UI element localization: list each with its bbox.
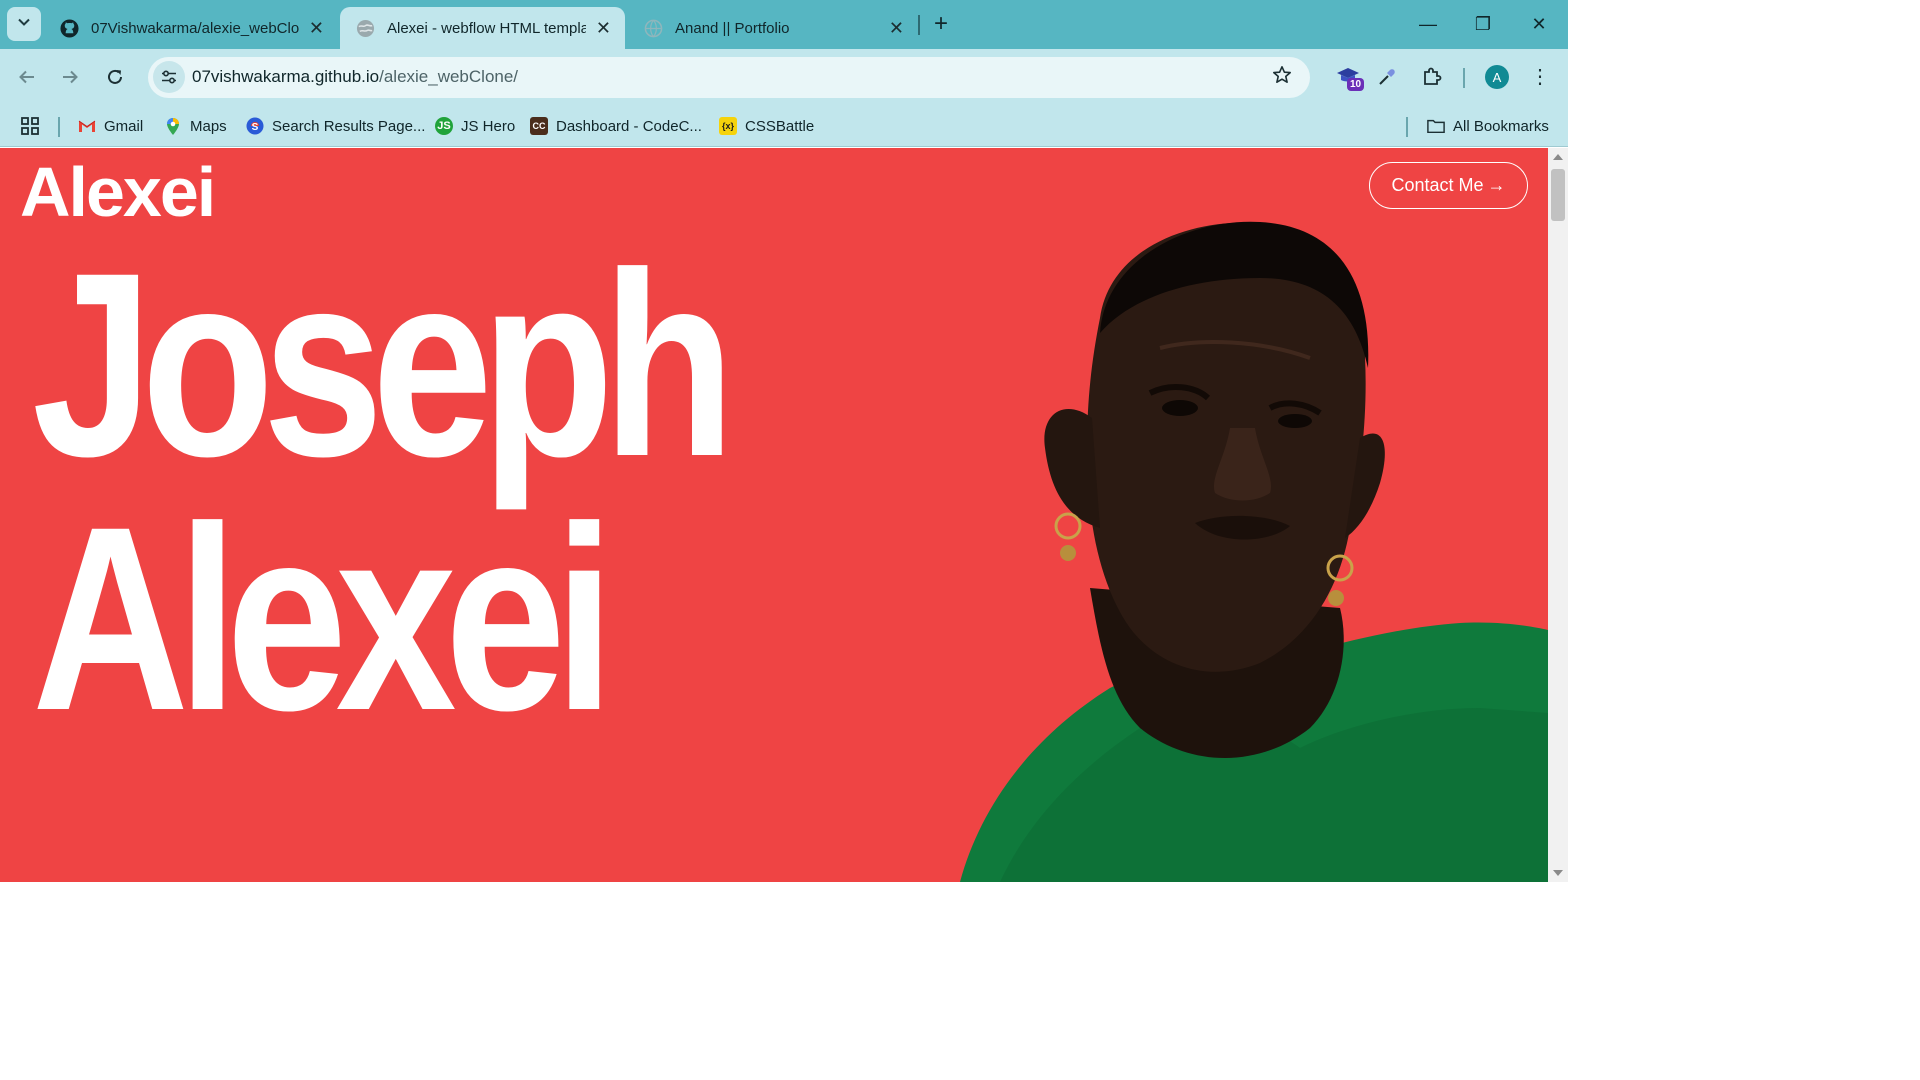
color-picker-extension[interactable] — [1371, 61, 1403, 93]
bookmark-gmail[interactable]: Gmail — [78, 114, 143, 138]
tab-alexei[interactable]: Alexei - webflow HTML template ✕ — [340, 7, 625, 49]
tab-portfolio[interactable]: Anand || Portfolio ✕ — [628, 7, 918, 49]
arrow-right-icon: → — [1487, 175, 1506, 195]
url-path: /alexie_webClone/ — [379, 67, 519, 86]
chevron-down-icon — [17, 15, 31, 33]
close-tab-icon[interactable]: ✕ — [596, 18, 611, 39]
hero-last-name: Alexei — [32, 472, 615, 765]
new-tab-button[interactable]: + — [928, 10, 954, 38]
bookmark-codechef[interactable]: CC Dashboard - CodeC... — [530, 114, 702, 138]
close-tab-icon[interactable]: ✕ — [309, 18, 324, 39]
toolbar-divider — [1463, 68, 1465, 88]
bookmark-label: Maps — [190, 117, 227, 135]
portrait-image — [960, 221, 1548, 882]
tab-github[interactable]: 07Vishwakarma/alexie_webClone ✕ — [44, 7, 338, 49]
profile-avatar[interactable]: A — [1485, 65, 1509, 89]
globe-icon — [356, 19, 375, 38]
arrow-right-icon — [63, 70, 78, 84]
bookmarks-divider — [1406, 117, 1408, 137]
reload-button[interactable] — [99, 61, 131, 93]
bookmark-label: JS Hero — [461, 117, 516, 135]
search-results-icon: S — [246, 117, 264, 135]
site-info-button[interactable] — [153, 61, 185, 93]
eyedropper-icon — [1379, 69, 1395, 85]
minimize-button[interactable]: — — [1405, 8, 1451, 40]
forward-button[interactable] — [54, 61, 86, 93]
bookmark-search-results[interactable]: S Search Results Page... — [246, 114, 425, 138]
url-host: 07vishwakarma.github.io — [192, 67, 380, 86]
bookmark-label: CSSBattle — [745, 117, 815, 135]
reload-icon — [108, 69, 122, 84]
address-bar[interactable]: 07vishwakarma.github.io/alexie_webClone/ — [148, 57, 1310, 98]
cssbattle-icon: {x} — [719, 117, 737, 135]
svg-text:S: S — [252, 122, 259, 133]
extension-badge: 10 — [1347, 78, 1365, 91]
contact-me-button[interactable]: Contact Me → — [1369, 162, 1528, 209]
bookmarks-divider — [58, 117, 60, 137]
hero-section: Alexei Contact Me → Joseph Alexei — [0, 148, 1548, 882]
globe-icon — [644, 19, 663, 38]
arrow-left-icon — [19, 70, 34, 84]
bookmark-maps[interactable]: Maps — [164, 114, 227, 138]
browser-toolbar: 07vishwakarma.github.io/alexie_webClone/… — [0, 49, 1568, 105]
apps-grid-icon — [21, 117, 39, 135]
tab-title: 07Vishwakarma/alexie_webClone — [91, 19, 299, 37]
tab-title: Anand || Portfolio — [675, 19, 790, 37]
url-text: 07vishwakarma.github.io/alexie_webClone/ — [192, 67, 518, 87]
scroll-up-arrow-icon[interactable] — [1553, 154, 1563, 160]
close-tab-icon[interactable]: ✕ — [889, 18, 904, 39]
maps-icon — [164, 117, 182, 135]
github-icon — [60, 18, 79, 38]
tab-divider — [918, 15, 920, 35]
more-menu-icon[interactable]: ⋮ — [1530, 63, 1550, 91]
js-hero-icon: JS — [435, 117, 453, 135]
restore-button[interactable]: ❐ — [1460, 8, 1506, 40]
tune-icon — [162, 70, 176, 84]
all-bookmarks-label: All Bookmarks — [1453, 117, 1549, 135]
extensions-button[interactable] — [1416, 61, 1448, 93]
tab-strip: 07Vishwakarma/alexie_webClone ✕ Alexei -… — [0, 0, 1568, 49]
bookmark-label: Dashboard - CodeC... — [556, 117, 702, 135]
back-button[interactable] — [11, 61, 43, 93]
scrollbar-thumb[interactable] — [1551, 169, 1565, 221]
bookmark-star-icon[interactable] — [1272, 65, 1292, 91]
extension-button[interactable]: 10 — [1332, 61, 1365, 93]
bookmark-label: Gmail — [104, 117, 144, 135]
page-scrollbar[interactable] — [1548, 148, 1568, 882]
bookmark-label: Search Results Page... — [272, 117, 426, 135]
apps-button[interactable] — [20, 114, 40, 138]
gmail-icon — [78, 117, 96, 135]
all-bookmarks-button[interactable]: All Bookmarks — [1427, 114, 1549, 138]
folder-icon — [1427, 117, 1445, 135]
bookmarks-bar: Gmail Maps S Search Results Page... JS J… — [0, 105, 1568, 147]
tab-search-button[interactable] — [7, 7, 41, 41]
bookmark-js-hero[interactable]: JS JS Hero — [435, 114, 515, 138]
contact-label: Contact Me — [1391, 175, 1484, 195]
codechef-icon: CC — [530, 117, 548, 135]
tab-title: Alexei - webflow HTML template — [387, 19, 586, 37]
scroll-down-arrow-icon[interactable] — [1553, 870, 1563, 876]
bookmark-cssbattle[interactable]: {x} CSSBattle — [719, 114, 814, 138]
hero-first-name: Joseph — [32, 218, 735, 511]
close-window-button[interactable]: ✕ — [1516, 8, 1562, 40]
puzzle-icon — [1424, 67, 1442, 85]
